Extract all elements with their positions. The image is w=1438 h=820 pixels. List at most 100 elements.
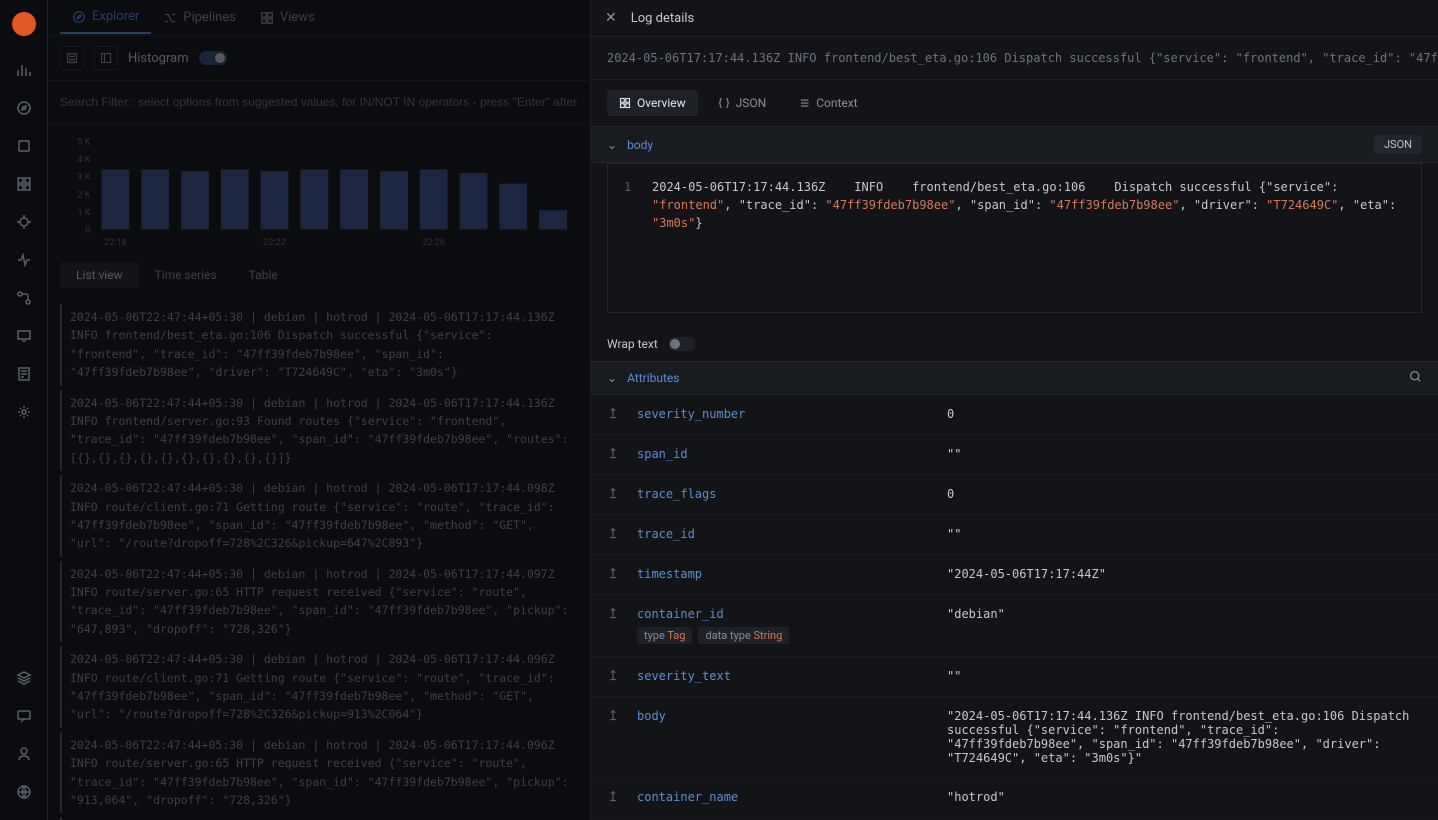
globe-icon[interactable] (14, 782, 34, 802)
layers-icon[interactable] (14, 136, 34, 156)
list-icon (798, 97, 810, 109)
attribute-value: "" (947, 527, 1422, 541)
attribute-row[interactable]: trace_flags0 (591, 475, 1438, 515)
body-section-header: ⌄ body JSON (591, 126, 1438, 163)
search-input[interactable] (60, 89, 578, 115)
svg-text:4 K: 4 K (77, 155, 90, 165)
pin-icon[interactable] (607, 527, 621, 542)
attribute-key: span_id (637, 447, 947, 461)
pin-icon[interactable] (607, 407, 621, 422)
gear-icon[interactable] (14, 402, 34, 422)
log-row[interactable]: 2024-05-06T22:47:44+05:30 | debian | hot… (60, 475, 578, 557)
file-icon[interactable] (14, 364, 34, 384)
attribute-row[interactable]: span_id"" (591, 435, 1438, 475)
attribute-value: "" (947, 447, 1422, 461)
chevron-down-icon[interactable]: ⌄ (607, 371, 617, 385)
histogram-toggle[interactable] (199, 51, 227, 65)
histogram-label: Histogram (128, 51, 189, 66)
close-icon[interactable]: ✕ (605, 10, 617, 26)
attribute-row[interactable]: body"2024-05-06T17:17:44.136Z INFO front… (591, 697, 1438, 778)
drawer-tab-json[interactable]: JSON (706, 90, 779, 116)
attribute-value: "2024-05-06T17:17:44.136Z INFO frontend/… (947, 709, 1422, 765)
toolbar: Histogram (48, 36, 590, 81)
pin-icon[interactable] (607, 567, 621, 582)
grid-icon (619, 97, 631, 109)
route-icon[interactable] (14, 288, 34, 308)
view-tab-list[interactable]: List view (60, 262, 139, 288)
log-row[interactable]: 2024-05-06T22:47:44+05:30 | debian | hot… (60, 304, 578, 386)
drawer-tab-context[interactable]: Context (786, 90, 869, 116)
compass-icon[interactable] (14, 98, 34, 118)
view-tab-timeseries[interactable]: Time series (139, 262, 233, 288)
svg-text:5 K: 5 K (77, 137, 90, 147)
bug-icon[interactable] (14, 212, 34, 232)
attribute-key: container_id (637, 607, 947, 621)
pin-icon[interactable] (607, 447, 621, 462)
pin-icon[interactable] (607, 790, 621, 805)
drawer-title: Log details (631, 11, 695, 26)
json-button[interactable]: JSON (1374, 135, 1422, 154)
chevron-down-icon[interactable]: ⌄ (607, 138, 617, 152)
wrap-text-toggle[interactable] (668, 337, 696, 351)
tab-pipelines[interactable]: Pipelines (151, 2, 248, 33)
activity-icon[interactable] (14, 250, 34, 270)
attribute-row[interactable]: container_name"hotrod" (591, 778, 1438, 818)
attribute-tag: type Tag (637, 627, 692, 644)
attribute-value: "debian" (947, 607, 1422, 621)
attributes-section-header: ⌄ Attributes (591, 361, 1438, 395)
compass-icon (72, 10, 86, 24)
svg-text:22:26: 22:26 (422, 238, 445, 248)
tab-label: Overview (637, 96, 686, 110)
search-icon[interactable] (1409, 370, 1422, 386)
attribute-key: trace_flags (637, 487, 947, 501)
pin-icon[interactable] (607, 669, 621, 684)
pin-icon[interactable] (607, 487, 621, 502)
attribute-row[interactable]: container_idtype Tagdata type String"deb… (591, 595, 1438, 657)
pipeline-icon (163, 11, 177, 25)
tab-label: Pipelines (183, 10, 236, 25)
pin-icon[interactable] (607, 709, 621, 724)
log-row[interactable]: 2024-05-06T22:47:44+05:30 | debian | hot… (60, 646, 578, 728)
attribute-row[interactable]: severity_number0 (591, 395, 1438, 435)
tab-explorer[interactable]: Explorer (60, 1, 151, 34)
bar-chart-icon[interactable] (14, 60, 34, 80)
braces-icon (718, 97, 730, 109)
svg-text:2 K: 2 K (77, 190, 90, 200)
body-content: 1 2024-05-06T17:17:44.136Z INFO frontend… (607, 163, 1422, 313)
log-line-preview: 2024-05-06T17:17:44.136Z INFO frontend/b… (591, 37, 1438, 80)
svg-text:0: 0 (85, 226, 90, 236)
attribute-row[interactable]: trace_id"" (591, 515, 1438, 555)
drawer-tab-overview[interactable]: Overview (607, 90, 698, 116)
main-content: Explorer Pipelines Views Histogram 01 K2… (48, 0, 590, 820)
pin-icon[interactable] (607, 607, 621, 622)
message-icon[interactable] (14, 706, 34, 726)
log-row[interactable]: 2024-05-06T22:47:44+05:30 | debian | hot… (60, 561, 578, 643)
panel-icon[interactable] (94, 46, 118, 70)
logs-list[interactable]: 2024-05-06T22:47:44+05:30 | debian | hot… (48, 296, 590, 820)
attribute-value: "" (947, 669, 1422, 683)
grid-icon[interactable] (14, 174, 34, 194)
attribute-row[interactable]: severity_text"" (591, 657, 1438, 697)
log-row[interactable]: 2024-05-06T22:47:44+05:30 | debian | hot… (60, 732, 578, 814)
histogram-chart: 01 K2 K3 K4 K5 K22:1822:2222:26 (48, 124, 590, 254)
view-tab-table[interactable]: Table (233, 262, 294, 288)
attribute-row[interactable]: timestamp"2024-05-06T17:17:44Z" (591, 555, 1438, 595)
user-icon[interactable] (14, 744, 34, 764)
line-number: 1 (624, 178, 634, 232)
tab-label: Views (280, 10, 315, 25)
attribute-key: timestamp (637, 567, 947, 581)
log-row[interactable]: 2024-05-06T22:47:44+05:30 | debian | hot… (60, 390, 578, 472)
save-icon[interactable] (60, 46, 84, 70)
log-details-drawer: ✕ Log details 2024-05-06T17:17:44.136Z I… (590, 0, 1438, 820)
tab-views[interactable]: Views (248, 2, 327, 33)
section-title: body (627, 138, 653, 152)
stack-icon[interactable] (14, 668, 34, 688)
grid-icon (260, 11, 274, 25)
monitor-icon[interactable] (14, 326, 34, 346)
attributes-list: severity_number0span_id""trace_flags0tra… (591, 395, 1438, 820)
attribute-key: trace_id (637, 527, 947, 541)
tab-label: JSON (736, 96, 767, 110)
view-tabs: List view Time series Table (48, 254, 590, 296)
app-logo[interactable] (12, 12, 36, 36)
attribute-value: 0 (947, 407, 1422, 421)
